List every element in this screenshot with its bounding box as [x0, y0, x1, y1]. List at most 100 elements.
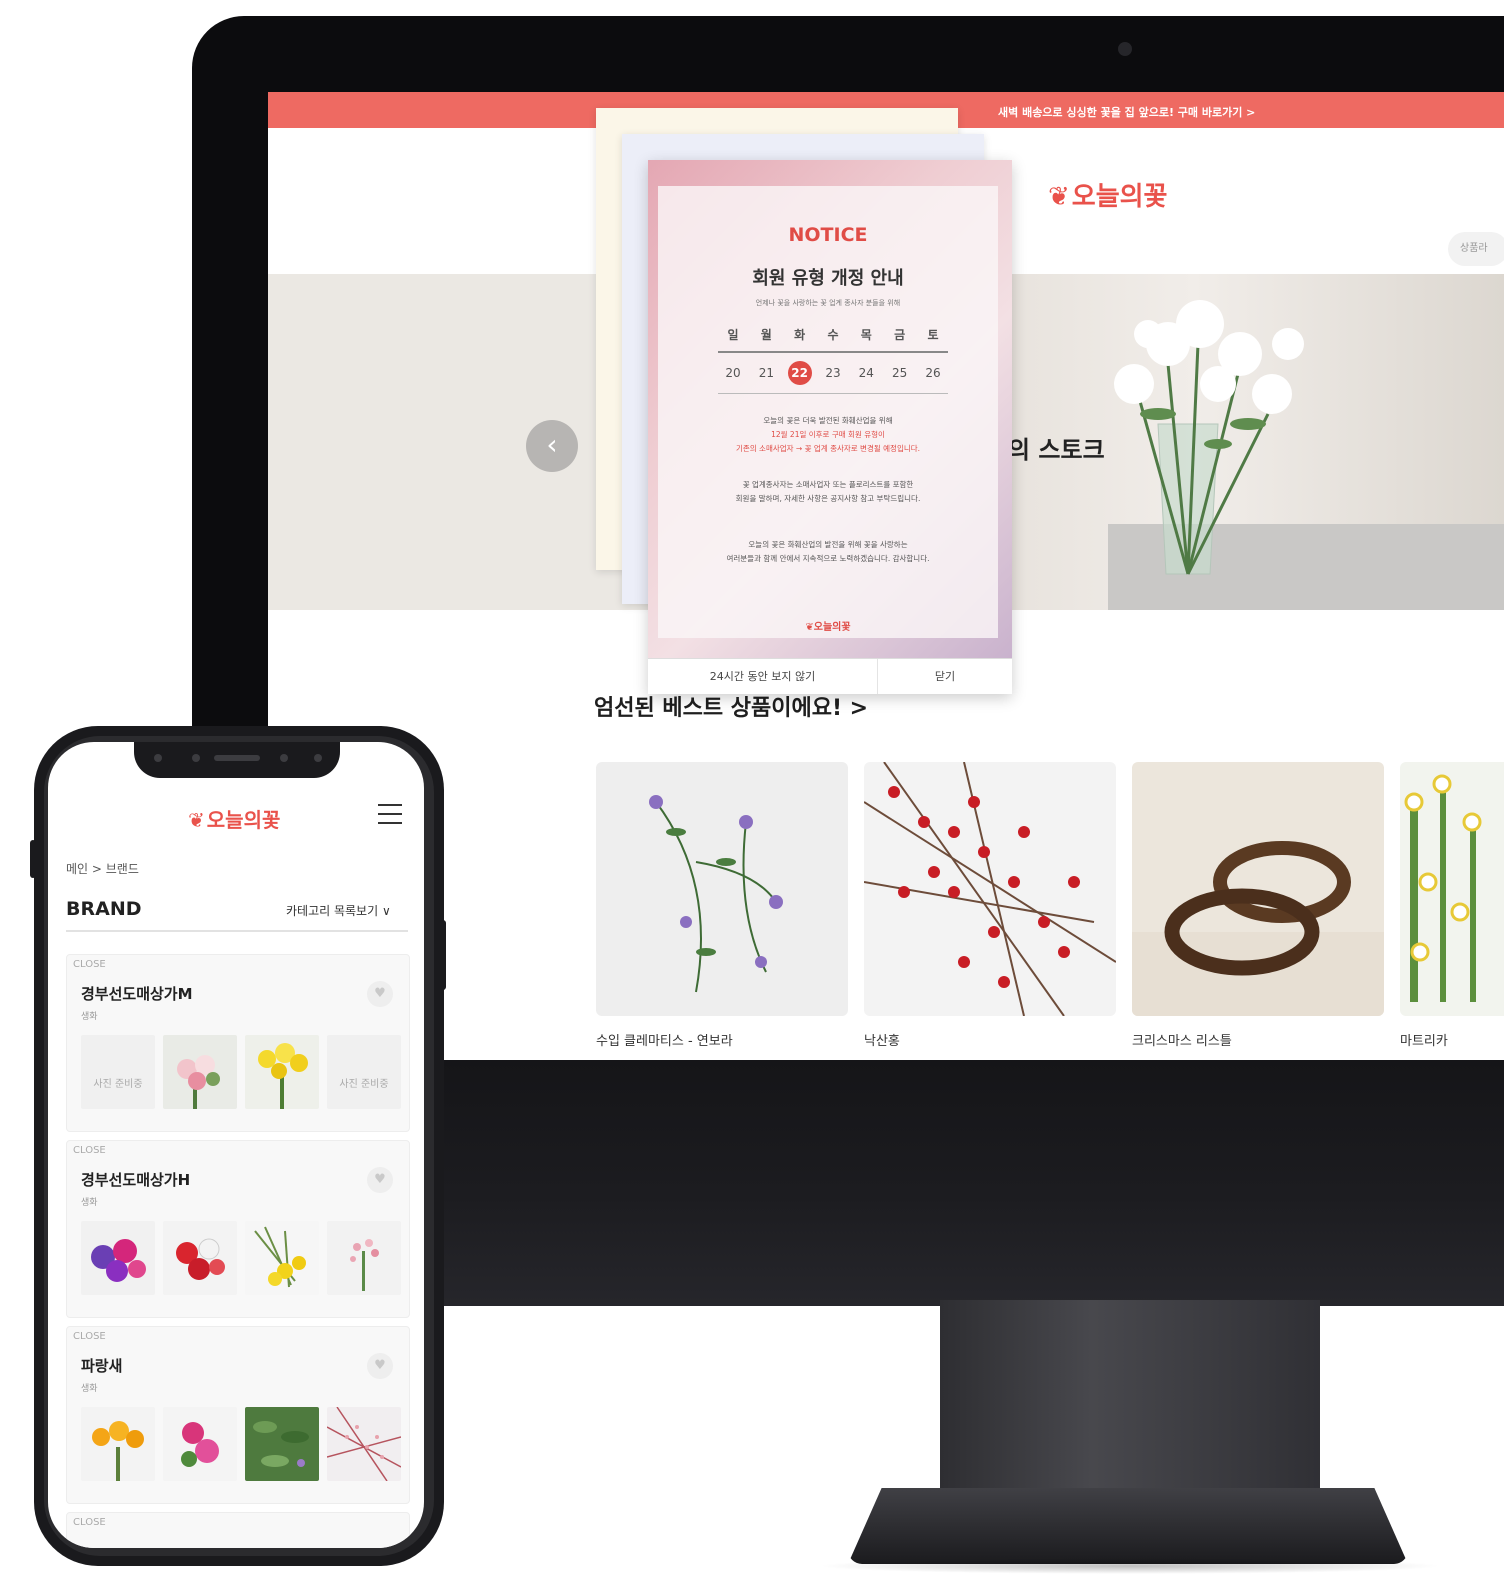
site-logo-text: 오늘의꽃: [1071, 182, 1168, 212]
product-card[interactable]: 크리스마스 리스틀: [1132, 762, 1384, 1049]
hide-24h-button[interactable]: 24시간 동안 보지 않기: [648, 659, 878, 694]
product-card[interactable]: 수입 클레마티스 - 연보라: [596, 762, 848, 1049]
notice-paragraph-3: 오늘의 꽃은 화훼산업의 발전을 위해 꽃을 사랑하는 여러분들과 함께 안에서…: [658, 538, 998, 566]
calendar-date: 20: [725, 366, 741, 380]
notice-line: 오늘의 꽃은 화훼산업의 발전을 위해 꽃을 사랑하는: [748, 540, 908, 549]
thumbnail[interactable]: [327, 1407, 401, 1481]
weekday: 토: [927, 328, 939, 342]
ilex-berry-image: [864, 762, 1116, 1016]
product-name[interactable]: 크리스마스 리스틀: [1132, 1030, 1384, 1049]
mobile-logo-text: 오늘의꽃: [206, 808, 281, 832]
product-name[interactable]: 낙산홍: [864, 1030, 1116, 1049]
pink-branch-image: [327, 1407, 401, 1481]
calendar-date: 25: [892, 366, 908, 380]
thumbnail[interactable]: [245, 1035, 319, 1109]
webcam: [1118, 42, 1132, 56]
notice-line-highlight: 기존의 소매사업자 → 꽃 업계 종사자로 변경될 예정입니다.: [735, 444, 921, 453]
store-thumbnails: [81, 1221, 409, 1295]
carousel-prev-button[interactable]: ‹: [526, 420, 578, 472]
notice-popup: NOTICE 회원 유형 개정 안내 언제나 꽃을 사랑하는 꽃 업계 종사자 …: [648, 160, 1012, 694]
notice-logo-text: 오늘의꽃: [813, 622, 851, 633]
product-card[interactable]: 낙산홍: [864, 762, 1116, 1049]
category-list-toggle[interactable]: 카테고리 목록보기 ∨: [286, 902, 391, 919]
earpiece-speaker: [214, 755, 260, 761]
store-card[interactable]: CLOSE: [66, 1512, 410, 1548]
heading-divider: [66, 930, 408, 932]
store-card[interactable]: CLOSE 경부선도매상가H 생화 ♥: [66, 1140, 410, 1318]
notice-line-highlight: 12월 21일 이후로 구매 회원 유형이: [771, 430, 885, 439]
notice-paragraph-2: 꽃 업계종사자는 소매사업자 또는 플로리스트를 포함한 회원을 말하며, 자세…: [658, 478, 998, 506]
store-name[interactable]: 경부선도매상가M: [81, 983, 193, 1004]
stand-shadow: [820, 1558, 1440, 1574]
monitor-stand: [940, 1300, 1320, 1510]
thumbnail[interactable]: [81, 1407, 155, 1481]
notice-footer: 24시간 동안 보지 않기 닫기: [648, 658, 1012, 694]
thumbnail[interactable]: [245, 1407, 319, 1481]
calendar-date: 23: [825, 366, 841, 380]
status-badge: CLOSE: [73, 1331, 106, 1342]
mobile-screen: ❦ 오늘의꽃 메인 > 브랜드 BRAND 카테고리 목록보기 ∨ CLOSE 경…: [48, 742, 424, 1548]
notice-line: 오늘의 꽃은 더욱 발전된 화훼산업을 위해: [763, 416, 893, 425]
thumbnail-placeholder[interactable]: 사진 준비중: [327, 1035, 401, 1109]
page-title: BRAND: [66, 898, 142, 920]
thumbnail[interactable]: [245, 1221, 319, 1295]
store-card[interactable]: CLOSE 파랑새 생화 ♥: [66, 1326, 410, 1504]
mobile-logo[interactable]: ❦ 오늘의꽃: [188, 804, 280, 833]
thumbnail[interactable]: [163, 1407, 237, 1481]
calendar-date: 26: [925, 366, 941, 380]
best-products-title[interactable]: 엄선된 베스트 상품이에요! >: [594, 690, 868, 722]
notice-title: 회원 유형 개정 안내: [752, 268, 904, 289]
calendar-divider: [718, 393, 948, 394]
product-card[interactable]: 마트리카: [1400, 762, 1504, 1049]
tulip-icon: ❦: [805, 622, 814, 633]
calendar-date-active: 22: [787, 361, 812, 385]
store-card[interactable]: CLOSE 경부선도매상가M 생화 ♥ 사진 준비중 사진 준비중: [66, 954, 410, 1132]
close-button[interactable]: 닫기: [878, 659, 1012, 694]
notch-sensor: [314, 754, 322, 762]
hero-title: 의 스토크: [1008, 436, 1105, 464]
side-menu-button[interactable]: 상품라: [1448, 232, 1504, 266]
heart-icon[interactable]: ♥: [367, 981, 393, 1007]
status-badge: CLOSE: [73, 1517, 106, 1528]
calendar-weekdays: 일 월 화 수 목 금 토: [718, 326, 948, 343]
product-image[interactable]: [864, 762, 1116, 1016]
product-name[interactable]: 마트리카: [1400, 1030, 1504, 1049]
product-image[interactable]: [1400, 762, 1504, 1016]
notice-heading: NOTICE: [788, 224, 868, 246]
placeholder-text: 사진 준비중: [339, 1079, 389, 1090]
thumbnail-placeholder[interactable]: 사진 준비중: [81, 1035, 155, 1109]
weekday: 수: [827, 328, 839, 342]
store-name[interactable]: 파랑새: [81, 1355, 122, 1376]
red-anemone-image: [176, 1238, 225, 1280]
promo-text[interactable]: 새벽 배송으로 싱싱한 꽃을 집 앞으로! 구매 바로가기 >: [998, 104, 1255, 120]
orange-flower-image: [92, 1421, 144, 1481]
thumbnail[interactable]: [81, 1221, 155, 1295]
phone-notch: [134, 742, 340, 778]
notch-sensor: [154, 754, 162, 762]
product-name[interactable]: 수입 클레마티스 - 연보라: [596, 1030, 848, 1049]
clematis-image: [649, 795, 783, 993]
product-image[interactable]: [1132, 762, 1384, 1016]
product-image[interactable]: [596, 762, 848, 1016]
calendar-divider: [718, 351, 948, 353]
thumbnail[interactable]: [327, 1221, 401, 1295]
craspedia-image: [254, 1226, 306, 1288]
monitor-base: [848, 1488, 1408, 1564]
notice-paragraph-1: 오늘의 꽃은 더욱 발전된 화훼산업을 위해 12월 21일 이후로 구매 회원…: [658, 414, 998, 456]
breadcrumb[interactable]: 메인 > 브랜드: [66, 860, 139, 877]
hamburger-menu-icon[interactable]: [378, 804, 402, 824]
thumbnail[interactable]: [163, 1035, 237, 1109]
notice-line: 여러분들과 함께 안에서 지속적으로 노력하겠습니다. 감사합니다.: [726, 554, 930, 563]
store-thumbnails: 사진 준비중 사진 준비중: [81, 1035, 409, 1109]
pink-spray-image: [350, 1239, 379, 1291]
thumbnail[interactable]: [163, 1221, 237, 1295]
calendar-dates: 20 21 22 23 24 25 26: [718, 361, 948, 385]
matricaria-image: [1404, 774, 1482, 1002]
heart-icon[interactable]: ♥: [367, 1353, 393, 1379]
site-logo[interactable]: ❦오늘의꽃: [1048, 176, 1167, 213]
status-badge: CLOSE: [73, 959, 106, 970]
store-type: 생화: [81, 1198, 98, 1208]
weekday: 일: [727, 328, 739, 342]
heart-icon[interactable]: ♥: [367, 1167, 393, 1193]
store-name[interactable]: 경부선도매상가H: [81, 1169, 190, 1190]
